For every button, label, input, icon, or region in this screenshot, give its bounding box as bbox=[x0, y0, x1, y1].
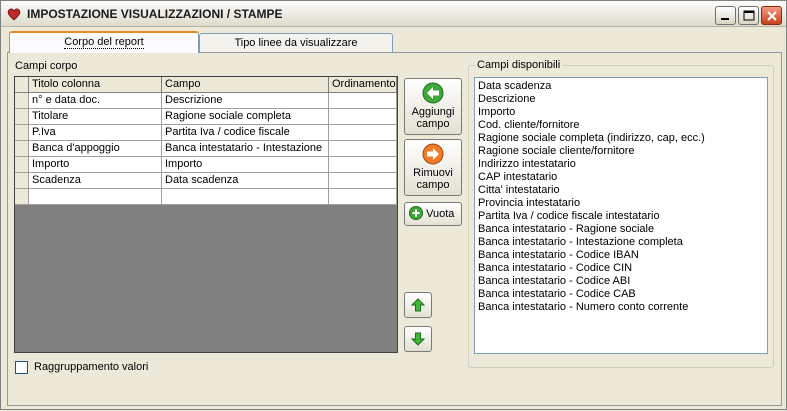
list-item[interactable]: Partita Iva / codice fiscale intestatari… bbox=[478, 210, 660, 223]
row-indicator[interactable] bbox=[15, 189, 29, 205]
arrow-right-orange-icon bbox=[422, 143, 444, 165]
table-row[interactable]: Importo Importo bbox=[15, 157, 397, 173]
list-item[interactable]: Cod. cliente/fornitore bbox=[478, 119, 580, 132]
column-header-ordinamento[interactable]: Ordinamento bbox=[329, 77, 397, 93]
cell-campo[interactable]: Importo bbox=[162, 157, 329, 173]
list-item[interactable]: Banca intestatario - Codice ABI bbox=[478, 275, 630, 288]
list-item[interactable]: Banca intestatario - Codice IBAN bbox=[478, 249, 639, 262]
add-field-button[interactable]: Aggiungi campo bbox=[404, 78, 462, 135]
add-field-label-1: Aggiungi bbox=[411, 106, 455, 118]
cell-ordinamento[interactable] bbox=[329, 109, 397, 125]
cell-titolo[interactable]: Scadenza bbox=[29, 173, 162, 189]
row-indicator[interactable] bbox=[15, 109, 29, 125]
empty-button-label: Vuota bbox=[426, 208, 455, 220]
cell-campo[interactable]: Banca intestatario - Intestazione bbox=[162, 141, 329, 157]
cell-ordinamento[interactable] bbox=[329, 189, 397, 205]
cell-campo[interactable]: Ragione sociale completa bbox=[162, 109, 329, 125]
campi-corpo-grid[interactable]: Titolo colonna Campo Ordinamento n° e da… bbox=[14, 76, 398, 353]
list-item[interactable]: Data scadenza bbox=[478, 80, 551, 93]
column-header-campo[interactable]: Campo bbox=[162, 77, 329, 93]
remove-field-button[interactable]: Rimuovi campo bbox=[404, 139, 462, 196]
table-row[interactable] bbox=[15, 189, 397, 205]
arrow-up-icon bbox=[410, 298, 426, 312]
cell-titolo[interactable]: P.Iva bbox=[29, 125, 162, 141]
remove-field-label-1: Rimuovi bbox=[413, 167, 453, 179]
cell-campo[interactable]: Data scadenza bbox=[162, 173, 329, 189]
cell-ordinamento[interactable] bbox=[329, 125, 397, 141]
list-item[interactable]: Indirizzo intestatario bbox=[478, 158, 576, 171]
main-window: IMPOSTAZIONE VISUALIZZAZIONI / STAMPE Co… bbox=[0, 0, 787, 410]
cell-titolo[interactable]: Titolare bbox=[29, 109, 162, 125]
table-row[interactable]: Scadenza Data scadenza bbox=[15, 173, 397, 189]
row-indicator[interactable] bbox=[15, 125, 29, 141]
table-row[interactable]: Banca d'appoggio Banca intestatario - In… bbox=[15, 141, 397, 157]
table-row[interactable]: n° e data doc. Descrizione bbox=[15, 93, 397, 109]
empty-button[interactable]: Vuota bbox=[404, 202, 462, 226]
row-indicator[interactable] bbox=[15, 93, 29, 109]
list-item[interactable]: Citta' intestatario bbox=[478, 184, 560, 197]
grid-header-row: Titolo colonna Campo Ordinamento bbox=[15, 77, 397, 93]
list-item[interactable]: Banca intestatario - Intestazione comple… bbox=[478, 236, 683, 249]
cell-campo[interactable]: Partita Iva / codice fiscale bbox=[162, 125, 329, 141]
list-item[interactable]: Ragione sociale cliente/fornitore bbox=[478, 145, 635, 158]
cell-titolo[interactable] bbox=[29, 189, 162, 205]
table-row[interactable]: P.Iva Partita Iva / codice fiscale bbox=[15, 125, 397, 141]
campi-disponibili-list[interactable]: Data scadenza Descrizione Importo Cod. c… bbox=[474, 77, 768, 354]
cell-ordinamento[interactable] bbox=[329, 141, 397, 157]
list-item[interactable]: Descrizione bbox=[478, 93, 535, 106]
cell-ordinamento[interactable] bbox=[329, 173, 397, 189]
grouping-checkbox-label[interactable]: Raggruppamento valori bbox=[34, 361, 148, 373]
list-item[interactable]: Banca intestatario - Ragione sociale bbox=[478, 223, 654, 236]
row-indicator[interactable] bbox=[15, 157, 29, 173]
list-item[interactable]: Provincia intestatario bbox=[478, 197, 580, 210]
cell-titolo[interactable]: Importo bbox=[29, 157, 162, 173]
list-item[interactable]: Ragione sociale completa (indirizzo, cap… bbox=[478, 132, 705, 145]
list-item[interactable]: Banca intestatario - Codice CIN bbox=[478, 262, 632, 275]
add-field-label-2: campo bbox=[416, 118, 450, 130]
cell-ordinamento[interactable] bbox=[329, 157, 397, 173]
cell-titolo[interactable]: Banca d'appoggio bbox=[29, 141, 162, 157]
list-item[interactable]: Banca intestatario - Numero conto corren… bbox=[478, 301, 688, 314]
campi-disponibili-legend: Campi disponibili bbox=[475, 59, 563, 71]
arrow-down-icon bbox=[410, 332, 426, 346]
row-indicator[interactable] bbox=[15, 173, 29, 189]
remove-field-label-2: campo bbox=[416, 179, 450, 191]
grid-header-indicator bbox=[15, 77, 29, 93]
arrow-left-green-icon bbox=[422, 82, 444, 104]
grouping-checkbox[interactable] bbox=[15, 361, 28, 374]
list-item[interactable]: Importo bbox=[478, 106, 515, 119]
move-up-button[interactable] bbox=[404, 292, 432, 318]
plus-circle-icon bbox=[409, 206, 423, 220]
move-down-button[interactable] bbox=[404, 326, 432, 352]
cell-campo[interactable]: Descrizione bbox=[162, 93, 329, 109]
row-indicator[interactable] bbox=[15, 141, 29, 157]
cell-campo[interactable] bbox=[162, 189, 329, 205]
table-row[interactable]: Titolare Ragione sociale completa bbox=[15, 109, 397, 125]
campi-corpo-label: Campi corpo bbox=[15, 60, 78, 72]
cell-ordinamento[interactable] bbox=[329, 93, 397, 109]
cell-titolo[interactable]: n° e data doc. bbox=[29, 93, 162, 109]
list-item[interactable]: Banca intestatario - Codice CAB bbox=[478, 288, 636, 301]
column-header-titolo[interactable]: Titolo colonna bbox=[29, 77, 162, 93]
list-item[interactable]: CAP intestatario bbox=[478, 171, 557, 184]
